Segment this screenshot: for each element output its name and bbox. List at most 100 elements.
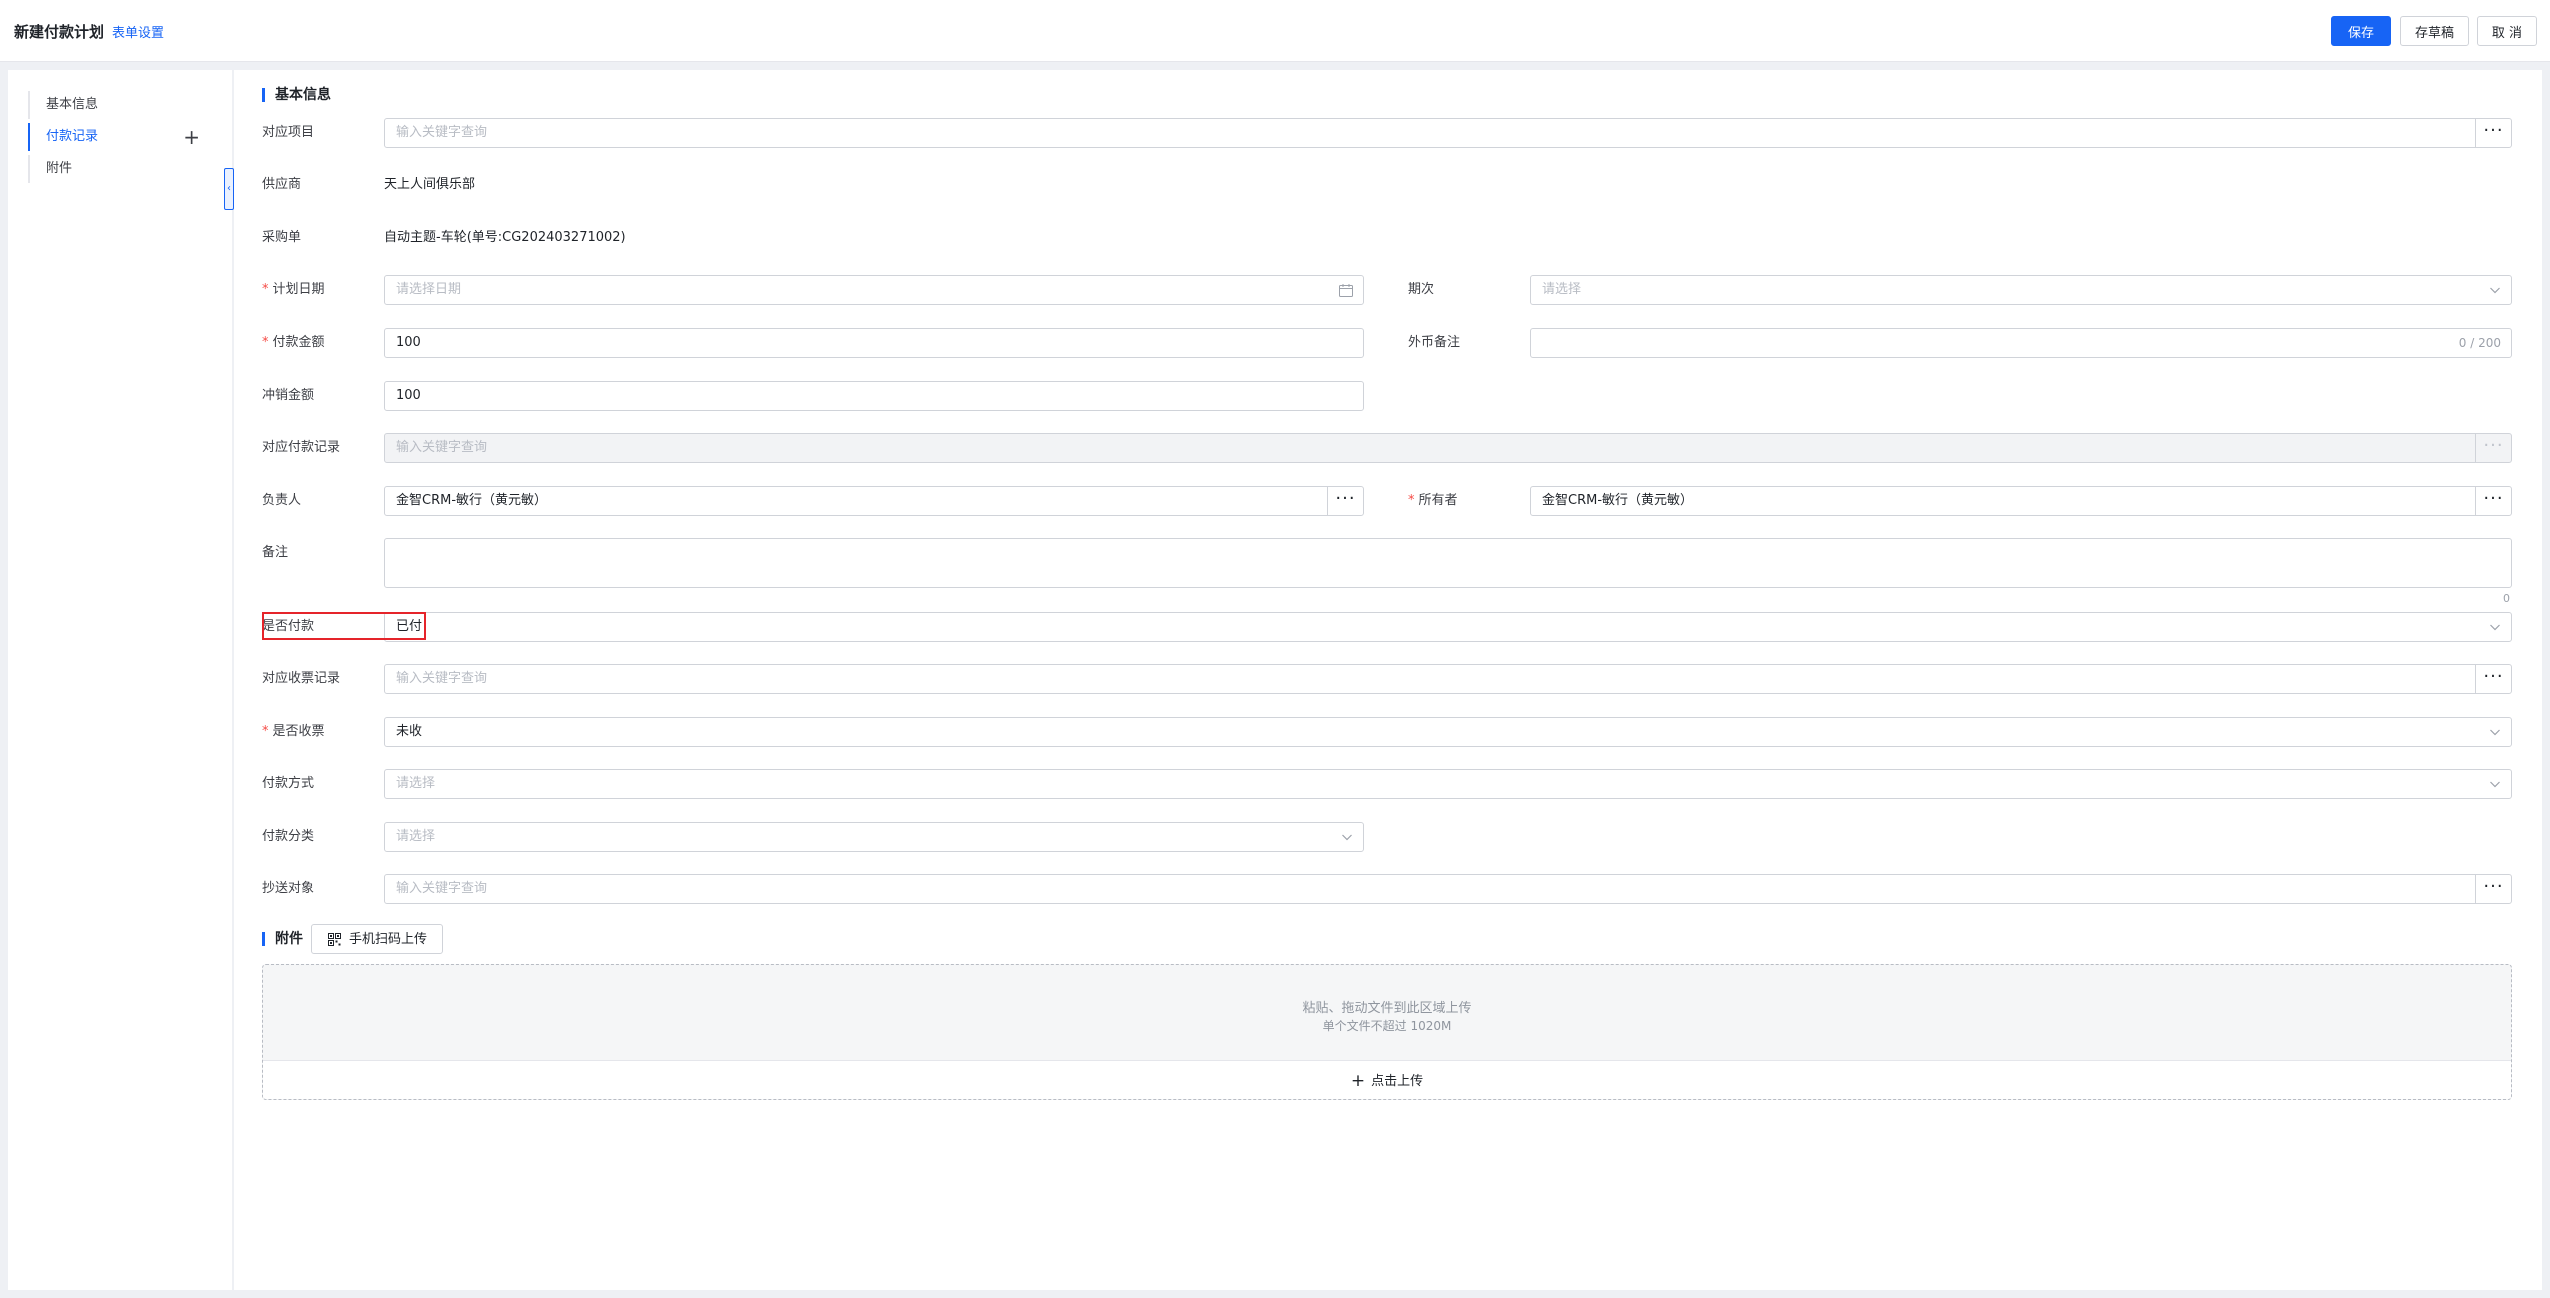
plus-icon[interactable]: + — [183, 123, 200, 151]
pay-category-select[interactable]: 请选择 — [384, 822, 1364, 852]
plus-icon: + — [1350, 1071, 1366, 1091]
invoice-record-label: 对应收票记录 — [262, 671, 341, 686]
required-mark: * — [262, 335, 269, 350]
owner-input[interactable]: 金智CRM-敏行（黄元敏） ··· — [1530, 486, 2512, 516]
required-mark: * — [262, 282, 269, 297]
payment-record-label: 对应付款记录 — [262, 440, 341, 455]
cancel-button[interactable]: 取 消 — [2477, 16, 2537, 46]
save-draft-button[interactable]: 存草稿 — [2400, 16, 2469, 46]
remark-textarea[interactable] — [384, 538, 2512, 588]
chevron-down-icon — [2490, 287, 2500, 294]
row-pay-method: 付款方式 请选择 — [262, 769, 2512, 799]
invoice-received-select[interactable]: 未收 — [384, 717, 2512, 747]
more-icon: ··· — [2475, 434, 2511, 462]
period-select[interactable]: 请选择 — [1530, 275, 2512, 305]
sidebar: 基本信息 付款记录 + 附件 — [8, 70, 232, 1290]
supplier-label: 供应商 — [262, 177, 302, 192]
scan-upload-button[interactable]: 手机扫码上传 — [311, 924, 443, 954]
offset-amount-input[interactable]: 100 — [384, 381, 1364, 411]
row-is-paid: 是否付款 已付 — [262, 612, 2512, 642]
chevron-down-icon — [1342, 834, 1352, 841]
row-pay-category: 付款分类 请选择 — [262, 822, 2512, 852]
invoice-received-label: * 是否收票 — [262, 724, 325, 739]
remark-label: 备注 — [262, 545, 289, 560]
invoice-record-input[interactable]: 输入关键字查询 ··· — [384, 664, 2512, 694]
pay-category-placeholder: 请选择 — [396, 829, 436, 844]
plan-date-placeholder: 请选择日期 — [396, 282, 462, 297]
invoice-record-placeholder: 输入关键字查询 — [396, 671, 488, 686]
upload-drop-zone[interactable]: 粘贴、拖动文件到此区域上传 单个文件不超过 1020M + 点击上传 — [262, 964, 2512, 1100]
row-invoice-record: 对应收票记录 输入关键字查询 ··· — [262, 664, 2512, 694]
row-manager: 负责人 金智CRM-敏行（黄元敏） ··· * 所有者 金智CRM-敏行（黄元敏）… — [262, 486, 2512, 516]
offset-amount-value: 100 — [396, 388, 421, 403]
manager-input[interactable]: 金智CRM-敏行（黄元敏） ··· — [384, 486, 1364, 516]
foreign-note-label: 外币备注 — [1408, 335, 1461, 350]
row-amount: * 付款金额 100 外币备注 0 / 200 — [262, 328, 2512, 358]
more-icon[interactable]: ··· — [1327, 487, 1363, 515]
required-mark: * — [1408, 493, 1415, 508]
upload-hint-size: 单个文件不超过 1020M — [1322, 1019, 1452, 1033]
sidebar-item-basic-info[interactable]: 基本信息 — [28, 91, 218, 119]
section-title-basic-info: 基本信息 — [262, 88, 331, 102]
pay-method-label: 付款方式 — [262, 776, 315, 791]
pay-category-label: 付款分类 — [262, 829, 315, 844]
pay-method-select[interactable]: 请选择 — [384, 769, 2512, 799]
chevron-left-icon: ‹ — [227, 183, 231, 194]
chevron-down-icon — [2490, 729, 2500, 736]
more-icon[interactable]: ··· — [2475, 665, 2511, 693]
required-mark: * — [262, 724, 269, 739]
section-title-attachments: 附件 — [262, 932, 303, 946]
purchase-order-value: 自动主题-车轮(单号:CG202403271002) — [384, 230, 626, 245]
plan-date-picker[interactable]: 请选择日期 — [384, 275, 1364, 305]
sidebar-item-payment-records[interactable]: 付款记录 + — [28, 123, 218, 151]
row-plan-date: * 计划日期 请选择日期 期次 请选择 — [262, 275, 2512, 305]
upload-hint-drop: 粘贴、拖动文件到此区域上传 — [1302, 1001, 1472, 1016]
top-bar: 新建付款计划 表单设置 保存 存草稿 取 消 — [0, 0, 2550, 62]
qr-code-icon — [328, 933, 341, 946]
purchase-order-label: 采购单 — [262, 230, 302, 245]
payment-record-input: 输入关键字查询 ··· — [384, 433, 2512, 463]
row-invoice-received: * 是否收票 未收 — [262, 717, 2512, 747]
remark-char-counter: 0 — [2503, 592, 2510, 605]
manager-value: 金智CRM-敏行（黄元敏） — [396, 493, 548, 508]
sidebar-item-label: 基本信息 — [46, 97, 99, 112]
row-supplier: 供应商 天上人间俱乐部 — [262, 170, 2512, 200]
scan-upload-label: 手机扫码上传 — [349, 931, 428, 946]
owner-value: 金智CRM-敏行（黄元敏） — [1542, 493, 1694, 508]
cc-input[interactable]: 输入关键字查询 ··· — [384, 874, 2512, 904]
row-project: 对应项目 输入关键字查询 ··· — [262, 118, 2512, 148]
payment-record-placeholder: 输入关键字查询 — [396, 440, 488, 455]
manager-label: 负责人 — [262, 493, 302, 508]
row-cc: 抄送对象 输入关键字查询 ··· — [262, 874, 2512, 904]
more-icon[interactable]: ··· — [2475, 875, 2511, 903]
project-placeholder: 输入关键字查询 — [396, 125, 488, 140]
save-button[interactable]: 保存 — [2331, 16, 2391, 46]
sidebar-item-attachments[interactable]: 附件 — [28, 155, 218, 183]
cc-label: 抄送对象 — [262, 881, 315, 896]
project-input[interactable]: 输入关键字查询 ··· — [384, 118, 2512, 148]
row-offset-amount: 冲销金额 100 — [262, 381, 2512, 411]
project-label: 对应项目 — [262, 125, 315, 140]
more-icon[interactable]: ··· — [2475, 487, 2511, 515]
row-purchase-order: 采购单 自动主题-车轮(单号:CG202403271002) — [262, 223, 2512, 253]
plan-date-label: * 计划日期 — [262, 282, 325, 297]
click-upload-button[interactable]: + 点击上传 — [263, 1060, 2511, 1099]
period-label: 期次 — [1408, 282, 1435, 297]
amount-value: 100 — [396, 335, 421, 350]
collapse-sidebar-handle[interactable]: ‹ — [224, 168, 234, 210]
is-paid-select[interactable]: 已付 — [384, 612, 2512, 642]
chevron-down-icon — [2490, 781, 2500, 788]
amount-input[interactable]: 100 — [384, 328, 1364, 358]
calendar-icon — [1339, 284, 1353, 297]
char-counter: 0 / 200 — [2458, 336, 2501, 350]
more-icon[interactable]: ··· — [2475, 119, 2511, 147]
offset-amount-label: 冲销金额 — [262, 388, 315, 403]
is-paid-value: 已付 — [396, 619, 423, 634]
owner-label: * 所有者 — [1408, 493, 1458, 508]
foreign-note-input[interactable]: 0 / 200 — [1530, 328, 2512, 358]
cc-placeholder: 输入关键字查询 — [396, 881, 488, 896]
form-settings-link[interactable]: 表单设置 — [112, 22, 164, 41]
pay-method-placeholder: 请选择 — [396, 776, 436, 791]
period-placeholder: 请选择 — [1542, 282, 1582, 297]
click-upload-label: 点击上传 — [1371, 1074, 1424, 1089]
